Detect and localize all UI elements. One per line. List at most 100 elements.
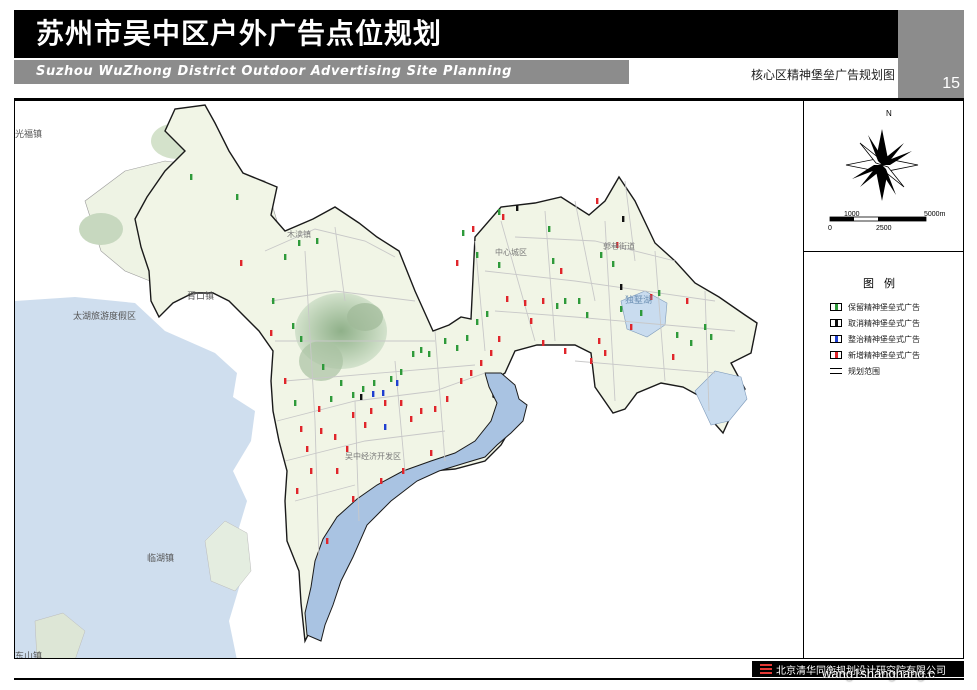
green-ad-marker[interactable] (600, 252, 603, 258)
green-ad-marker[interactable] (340, 380, 343, 386)
red-ad-marker[interactable] (596, 198, 599, 204)
red-ad-marker[interactable] (384, 400, 387, 406)
green-ad-marker[interactable] (390, 376, 393, 382)
green-ad-marker[interactable] (444, 338, 447, 344)
blue-ad-marker[interactable] (372, 391, 375, 397)
red-ad-marker[interactable] (542, 340, 545, 346)
green-ad-marker[interactable] (498, 209, 501, 215)
red-ad-marker[interactable] (326, 538, 329, 544)
green-ad-marker[interactable] (322, 364, 325, 370)
red-ad-marker[interactable] (498, 336, 501, 342)
green-ad-marker[interactable] (466, 335, 469, 341)
red-ad-marker[interactable] (336, 468, 339, 474)
green-ad-marker[interactable] (578, 298, 581, 304)
green-ad-marker[interactable] (556, 303, 559, 309)
red-ad-marker[interactable] (402, 468, 405, 474)
green-ad-marker[interactable] (298, 240, 301, 246)
red-ad-marker[interactable] (380, 478, 383, 484)
red-ad-marker[interactable] (524, 300, 527, 306)
red-ad-marker[interactable] (598, 338, 601, 344)
red-ad-marker[interactable] (434, 406, 437, 412)
green-ad-marker[interactable] (420, 347, 423, 353)
red-ad-marker[interactable] (480, 360, 483, 366)
green-ad-marker[interactable] (284, 254, 287, 260)
red-ad-marker[interactable] (320, 428, 323, 434)
green-ad-marker[interactable] (190, 174, 193, 180)
red-ad-marker[interactable] (240, 260, 243, 266)
green-ad-marker[interactable] (412, 351, 415, 357)
green-ad-marker[interactable] (486, 311, 489, 317)
red-ad-marker[interactable] (490, 350, 493, 356)
green-ad-marker[interactable] (352, 392, 355, 398)
red-ad-marker[interactable] (604, 350, 607, 356)
green-ad-marker[interactable] (428, 351, 431, 357)
blue-ad-marker[interactable] (382, 390, 385, 396)
green-ad-marker[interactable] (462, 230, 465, 236)
red-ad-marker[interactable] (456, 260, 459, 266)
blue-ad-marker[interactable] (396, 380, 399, 386)
green-ad-marker[interactable] (300, 336, 303, 342)
red-ad-marker[interactable] (310, 468, 313, 474)
red-ad-marker[interactable] (502, 214, 505, 220)
green-ad-marker[interactable] (330, 396, 333, 402)
red-ad-marker[interactable] (400, 400, 403, 406)
red-ad-marker[interactable] (446, 396, 449, 402)
green-ad-marker[interactable] (704, 324, 707, 330)
green-ad-marker[interactable] (498, 262, 501, 268)
red-ad-marker[interactable] (542, 298, 545, 304)
green-ad-marker[interactable] (294, 400, 297, 406)
map-canvas[interactable] (15, 101, 804, 659)
green-ad-marker[interactable] (548, 226, 551, 232)
red-ad-marker[interactable] (630, 324, 633, 330)
red-ad-marker[interactable] (410, 416, 413, 422)
red-ad-marker[interactable] (472, 226, 475, 232)
black-ad-marker[interactable] (516, 205, 519, 211)
red-ad-marker[interactable] (334, 434, 337, 440)
green-ad-marker[interactable] (362, 386, 365, 392)
red-ad-marker[interactable] (318, 406, 321, 412)
green-ad-marker[interactable] (676, 332, 679, 338)
red-ad-marker[interactable] (284, 378, 287, 384)
green-ad-marker[interactable] (456, 345, 459, 351)
green-ad-marker[interactable] (292, 323, 295, 329)
red-ad-marker[interactable] (470, 370, 473, 376)
green-ad-marker[interactable] (373, 380, 376, 386)
red-ad-marker[interactable] (364, 422, 367, 428)
red-ad-marker[interactable] (506, 296, 509, 302)
red-ad-marker[interactable] (686, 298, 689, 304)
red-ad-marker[interactable] (270, 330, 273, 336)
red-ad-marker[interactable] (564, 348, 567, 354)
red-ad-marker[interactable] (560, 268, 563, 274)
green-ad-marker[interactable] (586, 312, 589, 318)
red-ad-marker[interactable] (430, 450, 433, 456)
green-ad-marker[interactable] (476, 252, 479, 258)
green-ad-marker[interactable] (690, 340, 693, 346)
red-ad-marker[interactable] (460, 378, 463, 384)
green-ad-marker[interactable] (620, 306, 623, 312)
red-ad-marker[interactable] (300, 426, 303, 432)
green-ad-marker[interactable] (400, 369, 403, 375)
black-ad-marker[interactable] (360, 394, 363, 400)
black-ad-marker[interactable] (620, 284, 623, 290)
green-ad-marker[interactable] (640, 310, 643, 316)
green-ad-marker[interactable] (564, 298, 567, 304)
green-ad-marker[interactable] (316, 238, 319, 244)
red-ad-marker[interactable] (370, 408, 373, 414)
red-ad-marker[interactable] (590, 358, 593, 364)
green-ad-marker[interactable] (612, 261, 615, 267)
red-ad-marker[interactable] (352, 496, 355, 502)
green-ad-marker[interactable] (272, 298, 275, 304)
green-ad-marker[interactable] (658, 290, 661, 296)
red-ad-marker[interactable] (530, 318, 533, 324)
green-ad-marker[interactable] (236, 194, 239, 200)
red-ad-marker[interactable] (296, 488, 299, 494)
map-frame[interactable]: 光福镇 胥口镇 太湖旅游度假区 木渎镇 中心城区 郭巷街道 独墅湖 吴中经济开发… (14, 100, 804, 659)
green-ad-marker[interactable] (552, 258, 555, 264)
red-ad-marker[interactable] (420, 408, 423, 414)
black-ad-marker[interactable] (622, 216, 625, 222)
green-ad-marker[interactable] (476, 319, 479, 325)
red-ad-marker[interactable] (672, 354, 675, 360)
green-ad-marker[interactable] (710, 334, 713, 340)
red-ad-marker[interactable] (352, 412, 355, 418)
blue-ad-marker[interactable] (384, 424, 387, 430)
